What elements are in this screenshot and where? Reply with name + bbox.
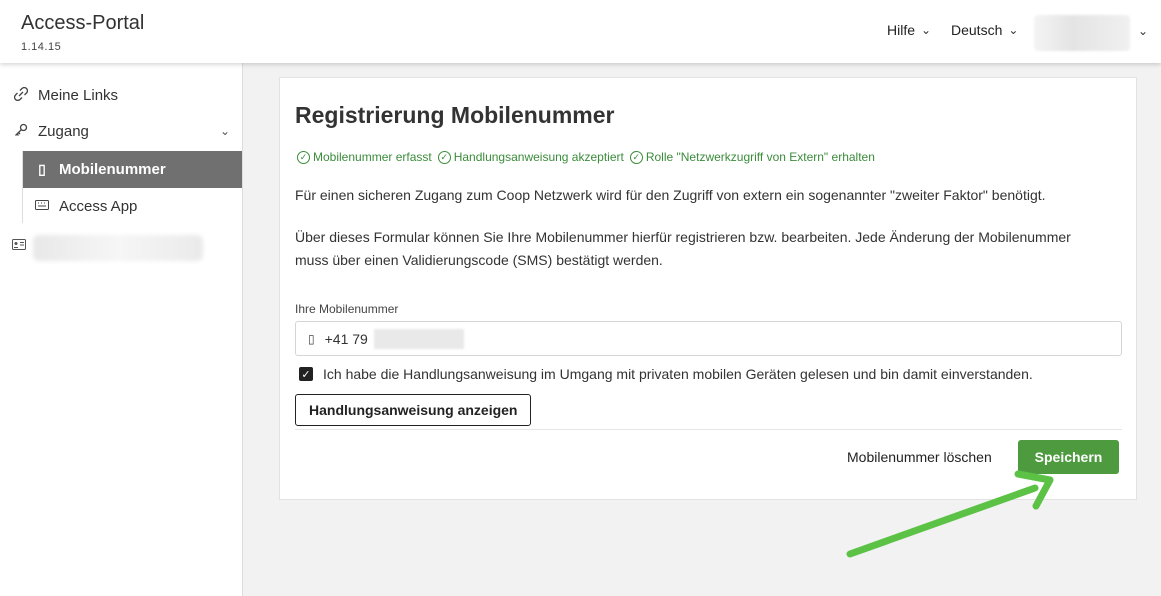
sidebar-item-label: Access App: [59, 197, 138, 215]
description-text: Über dieses Formular können Sie Ihre Mob…: [295, 229, 1071, 268]
key-icon: [12, 123, 30, 140]
user-profile-link[interactable]: [33, 235, 203, 261]
sidebar-item-label: Zugang: [38, 122, 89, 140]
id-card-icon: [12, 237, 26, 255]
app-title[interactable]: Access-Portal: [21, 12, 144, 35]
sidebar-item-label: Mobilenummer: [59, 161, 166, 178]
sidebar: Meine Links Zugang ⌄ ▯ Mobilenummer Acce…: [0, 63, 243, 596]
phone-value: +41 79: [324, 330, 368, 347]
status-label: Rolle "Netzwerkzugriff von Extern" erhal…: [645, 150, 875, 164]
delete-mobile-link[interactable]: Mobilenummer löschen: [847, 449, 992, 465]
show-instructions-button[interactable]: Handlungsanweisung anzeigen: [295, 394, 532, 426]
chevron-down-icon: ⌄: [921, 23, 932, 37]
status-item: ✓ Mobilenummer erfasst: [297, 150, 432, 164]
chevron-down-icon: ⌄: [219, 124, 230, 138]
status-label: Mobilenummer erfasst: [313, 150, 432, 164]
top-header: Access-Portal 1.14.15 Hilfe ⌄ Deutsch ⌄ …: [0, 0, 1161, 63]
status-item: ✓ Rolle "Netzwerkzugriff von Extern" erh…: [629, 150, 875, 164]
phone-icon: ▯: [308, 331, 315, 346]
consent-label[interactable]: Ich habe die Handlungsanweisung im Umgan…: [323, 366, 1033, 382]
help-menu[interactable]: Hilfe ⌄: [887, 22, 931, 38]
help-menu-label: Hilfe: [887, 22, 916, 38]
language-menu-label: Deutsch: [951, 22, 1003, 38]
check-circle-icon: ✓: [297, 150, 310, 164]
registration-card: Registrierung Mobilenummer ✓ Mobilenumme…: [279, 77, 1137, 500]
keyboard-icon: [33, 199, 51, 213]
status-list: ✓ Mobilenummer erfasst ✓ Handlungsanweis…: [297, 150, 875, 164]
language-menu[interactable]: Deutsch ⌄: [951, 22, 1018, 38]
status-label: Handlungsanweisung akzeptiert: [453, 150, 624, 164]
highlight-arrow-icon: [846, 470, 1054, 558]
check-circle-icon: ✓: [437, 150, 451, 164]
phone-redacted: [373, 328, 464, 349]
sidebar-item-access-app[interactable]: Access App: [23, 194, 242, 218]
page-title: Registrierung Mobilenummer: [295, 102, 615, 128]
user-menu[interactable]: [1034, 15, 1130, 51]
check-circle-icon: ✓: [629, 150, 643, 164]
link-icon: [12, 86, 30, 104]
status-item: ✓ Handlungsanweisung akzeptiert: [437, 150, 624, 164]
app-version: 1.14.15: [21, 41, 62, 53]
sidebar-item-mobilenummer[interactable]: ▯ Mobilenummer: [23, 151, 242, 188]
divider: [295, 429, 1122, 430]
sidebar-item-meine-links[interactable]: Meine Links: [0, 83, 242, 107]
sidebar-item-zugang[interactable]: Zugang ⌄: [0, 119, 242, 143]
sidebar-item-label: Meine Links: [38, 86, 119, 104]
chevron-down-icon[interactable]: ⌄: [1138, 24, 1148, 38]
intro-text: Für einen sicheren Zugang zum Coop Netzw…: [295, 187, 1046, 203]
phone-field-label: Ihre Mobilenummer: [295, 302, 399, 316]
chevron-down-icon: ⌄: [1008, 23, 1019, 37]
consent-row: ✓ Ich habe die Handlungsanweisung im Umg…: [299, 366, 1033, 382]
phone-icon: ▯: [38, 161, 46, 177]
consent-checkbox[interactable]: ✓: [299, 367, 313, 381]
phone-field[interactable]: ▯ +41 79: [295, 321, 1122, 356]
